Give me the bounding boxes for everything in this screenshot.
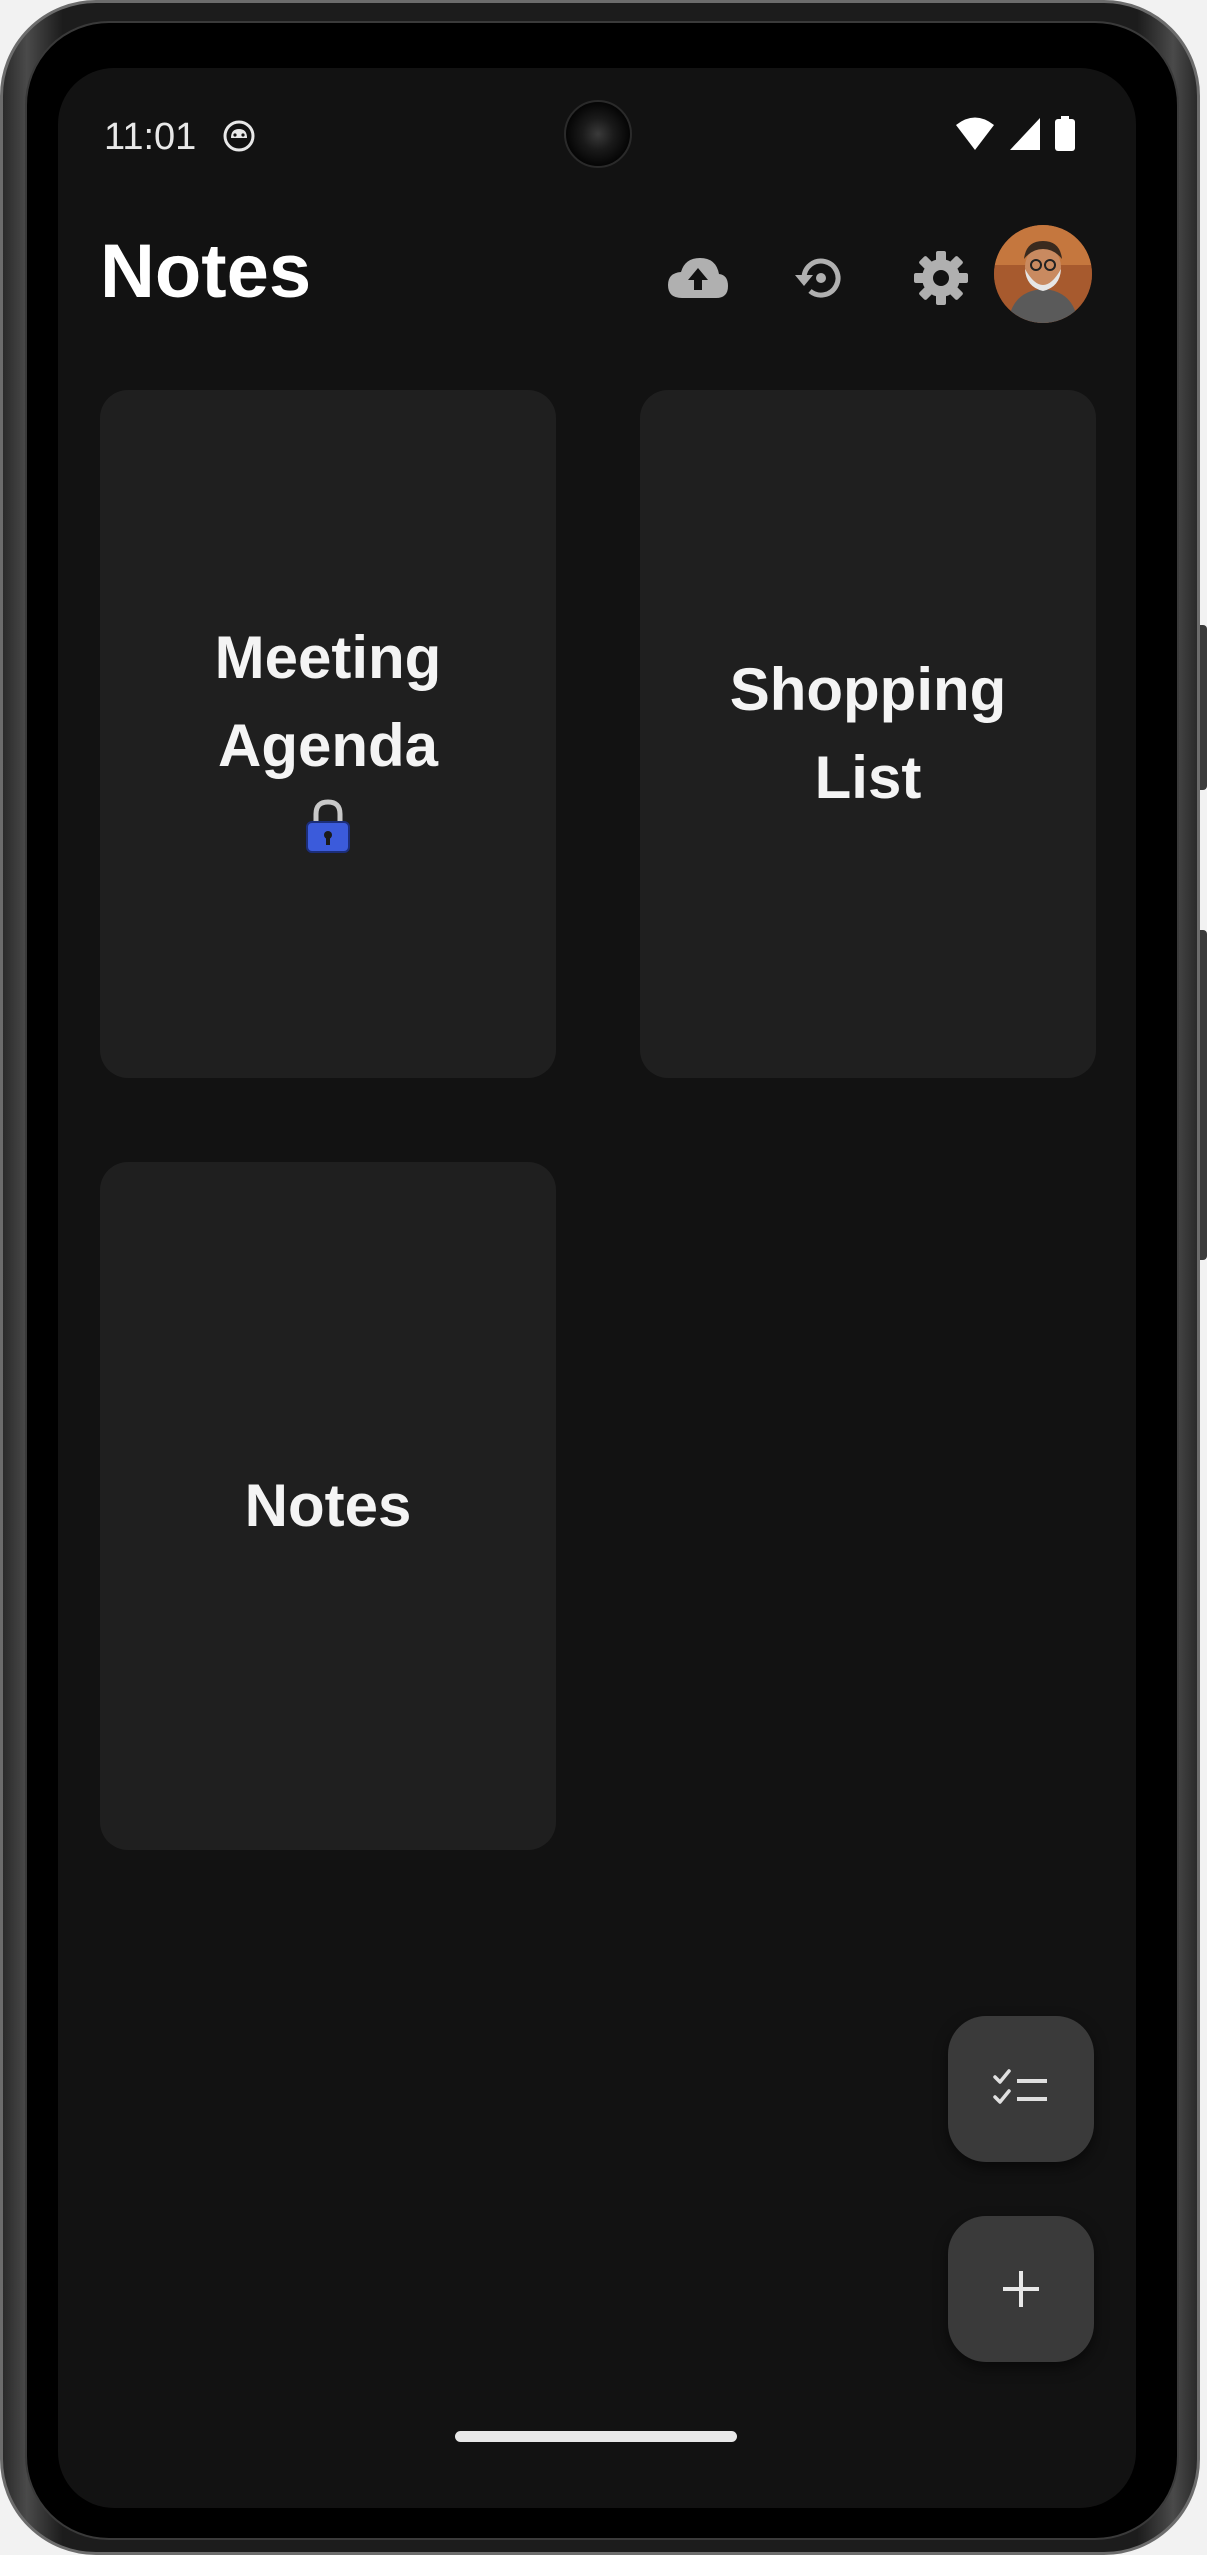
new-checklist-button[interactable]	[948, 2016, 1094, 2162]
avatar-image	[994, 225, 1092, 323]
signal-icon	[1010, 118, 1040, 150]
note-title: Notes	[244, 1472, 412, 1539]
new-note-button[interactable]	[948, 2216, 1094, 2362]
restore-icon	[795, 258, 841, 298]
wifi-icon	[956, 117, 994, 150]
cat-icon	[223, 120, 255, 152]
gesture-nav-handle[interactable]	[455, 2431, 737, 2442]
plus-icon	[1003, 2271, 1039, 2307]
lock-icon	[306, 799, 350, 853]
restore-button[interactable]	[780, 238, 860, 318]
note-card[interactable]: Shopping List	[640, 390, 1096, 1078]
page-title: Notes	[100, 229, 312, 314]
backup-button[interactable]	[658, 238, 738, 318]
note-card[interactable]: Meeting Agenda	[100, 390, 556, 1078]
status-time: 11:01	[104, 116, 197, 158]
cloud-upload-icon	[668, 258, 728, 298]
avatar[interactable]	[994, 225, 1092, 323]
battery-icon	[1055, 116, 1075, 151]
settings-icon	[914, 251, 968, 305]
front-camera	[564, 100, 632, 168]
power-button	[1200, 625, 1207, 790]
screen: 11:01 Notes Meeting Agenda Shopping List…	[58, 68, 1136, 2508]
settings-button[interactable]	[901, 238, 981, 318]
note-card[interactable]: Notes	[100, 1162, 556, 1850]
volume-button	[1200, 930, 1207, 1260]
checklist-icon	[993, 2069, 1047, 2104]
status-icons	[954, 116, 1076, 152]
note-title: Meeting Agenda	[214, 624, 442, 779]
note-title: Shopping List	[729, 656, 1007, 811]
